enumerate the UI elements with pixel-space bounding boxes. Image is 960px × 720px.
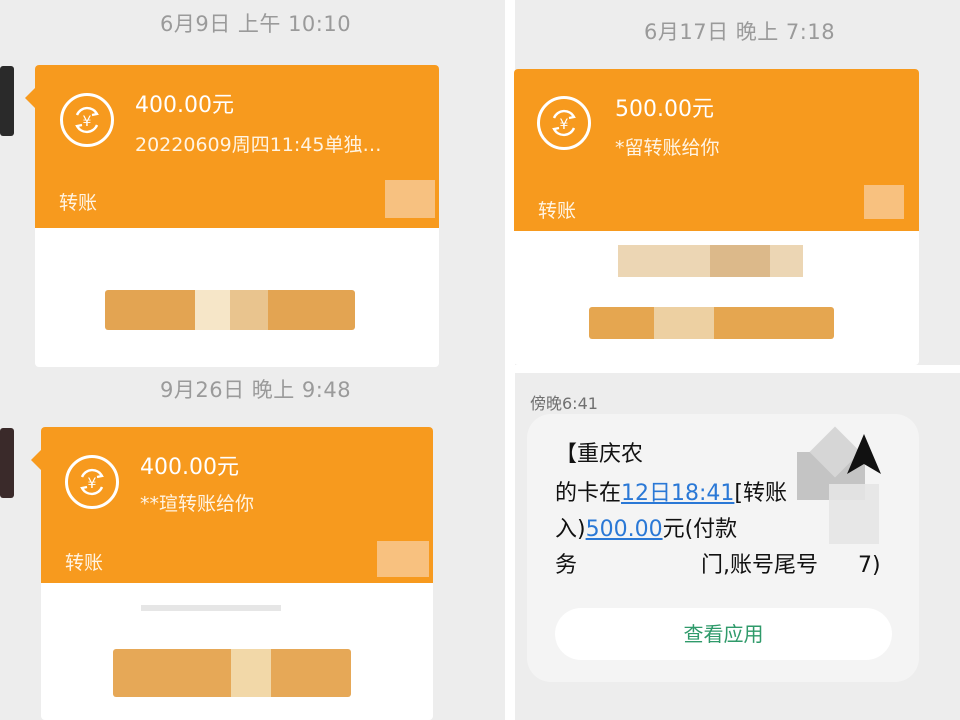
bubble-tail [25, 88, 35, 108]
row-divider [515, 365, 960, 373]
redacted-text [231, 649, 271, 697]
sms-text: 7) [858, 553, 881, 578]
redacted-block [377, 541, 429, 577]
redacted-text [195, 290, 230, 330]
message-timestamp: 6月9日 上午 10:10 [160, 12, 352, 36]
redacted-text [654, 307, 714, 339]
avatar [0, 66, 14, 136]
message-timestamp: 6月17日 晚上 7:18 [644, 20, 836, 44]
sms-amount-link[interactable]: 500.00 [586, 517, 663, 542]
view-app-button[interactable]: 查看应用 [555, 608, 892, 660]
sms-text: 门,账号尾号 [701, 553, 819, 578]
redacted-text [230, 290, 268, 330]
sms-message-card: 【重庆农 的卡在12日18:41[转账 入)500.00元(付款 务 门,账号尾号… [527, 414, 919, 682]
sms-timestamp: 傍晚6:41 [530, 394, 598, 413]
sms-date-link[interactable]: 12日18:41 [621, 481, 734, 506]
redacted-block [864, 185, 904, 219]
transfer-note: **瑄转账给你 [140, 493, 255, 515]
redacted-arrow-shape [847, 434, 881, 474]
yuan-transfer-icon: ¥ [65, 455, 119, 509]
svg-text:¥: ¥ [83, 114, 92, 130]
transfer-bubble[interactable]: ¥ 400.00元 20220609周四11:45单独… 转账 [35, 65, 439, 367]
svg-text:¥: ¥ [88, 476, 97, 492]
transfer-amount: 400.00元 [135, 93, 234, 118]
sms-text: 入) [555, 517, 586, 542]
transfer-note: 20220609周四11:45单独… [135, 134, 382, 156]
sms-text: [转账 [734, 481, 788, 506]
bubble-tail [31, 450, 41, 470]
transfer-bubble[interactable]: ¥ 400.00元 **瑄转账给你 转账 [41, 427, 433, 720]
redacted-text [710, 245, 770, 277]
transfer-amount: 400.00元 [140, 455, 239, 480]
yuan-transfer-icon: ¥ [60, 93, 114, 147]
avatar [0, 428, 14, 498]
yuan-transfer-icon: ¥ [537, 96, 591, 150]
sms-line-2: 的卡在12日18:41[转账 [555, 475, 787, 507]
sms-text: 的卡在 [555, 481, 622, 506]
sms-line-1: 【重庆农 [555, 442, 644, 467]
redacted-block [385, 180, 435, 218]
redacted-text [141, 605, 281, 611]
transfer-note: *留转账给你 [615, 137, 720, 159]
redacted-block [829, 484, 879, 544]
transfer-type-label: 转账 [65, 552, 104, 574]
sms-text: 务 [555, 553, 578, 578]
sms-line-4: 务 门,账号尾号 7) [555, 547, 881, 579]
sms-line-3: 入)500.00元(付款 [555, 511, 737, 543]
svg-text:¥: ¥ [560, 117, 569, 133]
transfer-type-label: 转账 [59, 192, 98, 214]
sms-text: 元(付款 [662, 517, 738, 542]
transfer-type-label: 转账 [538, 200, 577, 222]
transfer-amount: 500.00元 [615, 97, 714, 122]
transfer-bubble[interactable]: ¥ 500.00元 *留转账给你 转账 [514, 69, 919, 365]
message-timestamp: 9月26日 晚上 9:48 [160, 378, 352, 402]
